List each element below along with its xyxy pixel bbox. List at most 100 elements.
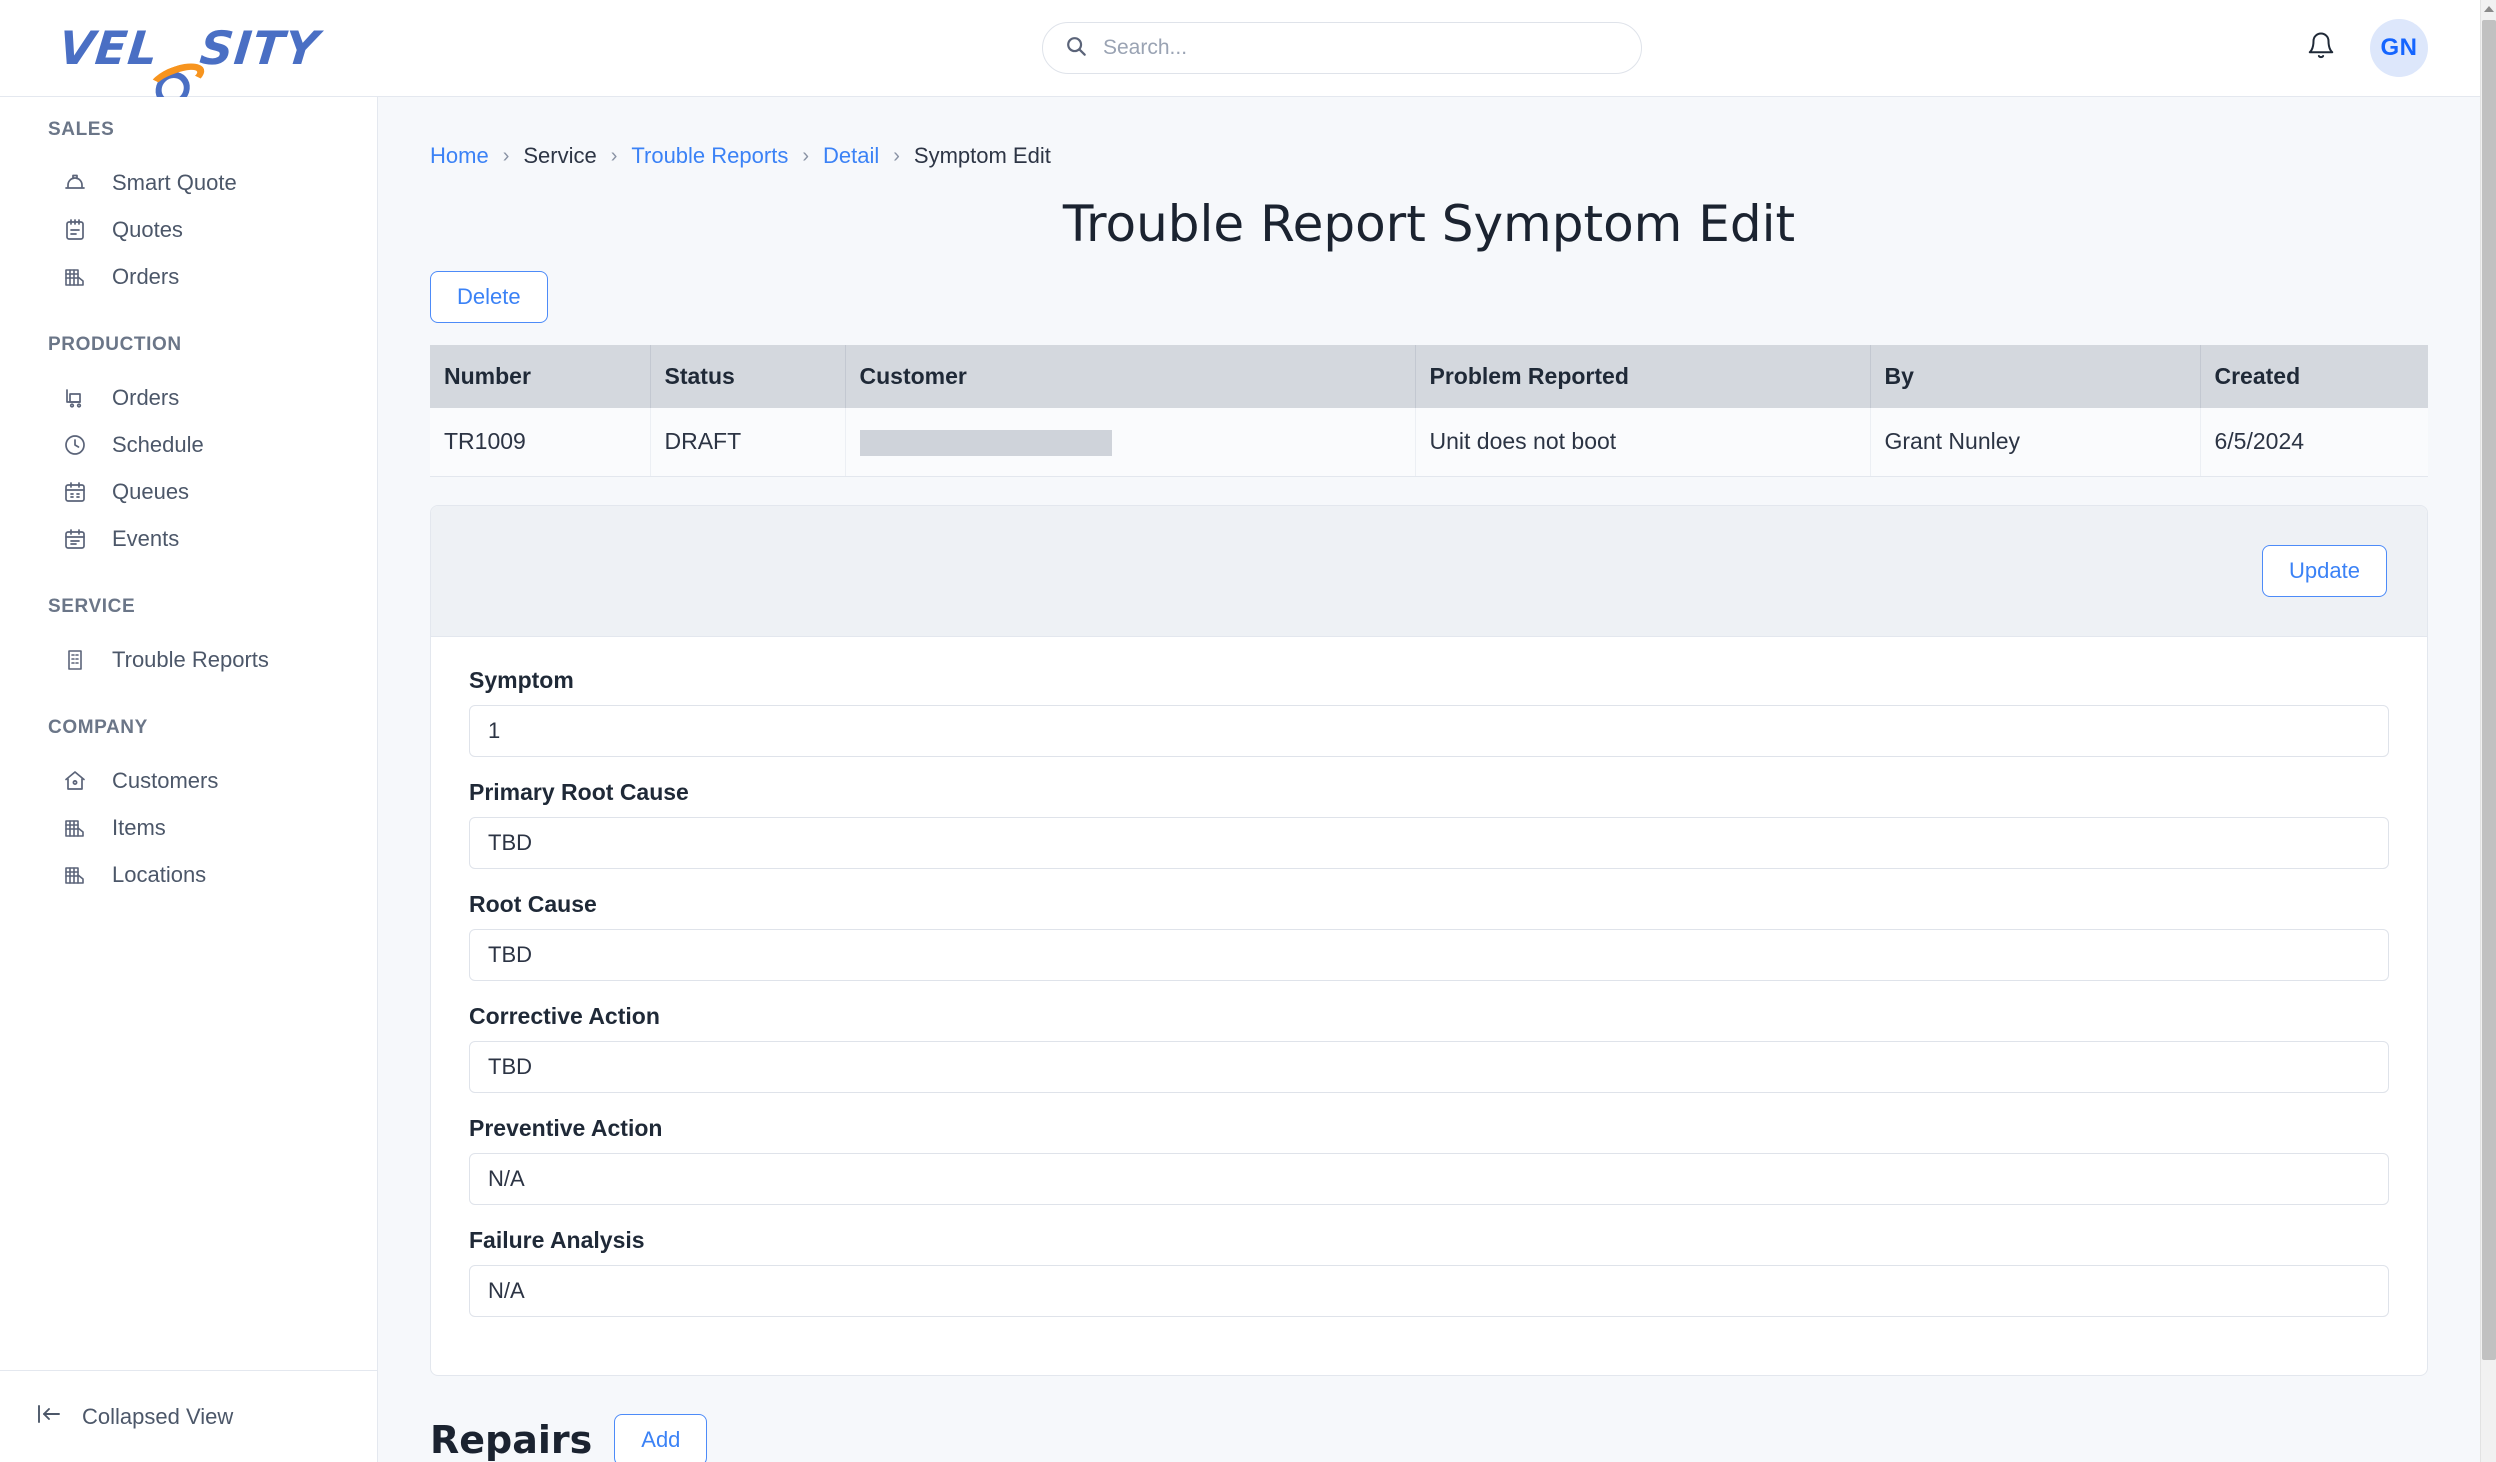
main-content: Home › Service › Trouble Reports › Detai… [378, 97, 2480, 1462]
breadcrumb-separator-icon: › [893, 144, 900, 167]
cell-status: DRAFT [650, 408, 846, 477]
sidebar-item-label: Schedule [112, 431, 204, 457]
sidebar-group-sales: SALES Smart Quote Quotes Orders [0, 119, 377, 300]
column-header-by: By [1870, 345, 2201, 408]
sidebar-group-production: PRODUCTION Orders Schedule Queues Events [0, 334, 377, 562]
sidebar-item-orders-sales[interactable]: Orders [0, 253, 377, 300]
scrollbar-thumb[interactable] [2482, 20, 2496, 1360]
cell-customer [845, 408, 1416, 477]
search-container [378, 22, 2306, 74]
field-label-failure-analysis: Failure Analysis [469, 1226, 645, 1253]
failure-analysis-input[interactable] [469, 1264, 2389, 1317]
search-input[interactable] [1101, 35, 1619, 61]
search-box[interactable] [1042, 22, 1642, 74]
delete-button[interactable]: Delete [430, 271, 548, 323]
preventive-action-input[interactable] [469, 1152, 2389, 1205]
sidebar-group-heading: SALES [48, 119, 115, 140]
sidebar-group-service: SERVICE Trouble Reports [0, 596, 377, 683]
sidebar-item-orders-production[interactable]: Orders [0, 374, 377, 421]
primary-root-cause-input[interactable] [469, 816, 2389, 869]
sidebar-group-heading: PRODUCTION [48, 334, 182, 355]
calendar-icon [62, 479, 88, 505]
sidebar-item-label: Orders [112, 263, 180, 289]
breadcrumb-separator-icon: › [610, 144, 618, 167]
brand-logo[interactable]: VEL SITY [0, 0, 378, 106]
page-scrollbar[interactable] [2480, 0, 2496, 1462]
repairs-section-header: Repairs Add [430, 1413, 2428, 1462]
breadcrumb-item-trouble-reports[interactable]: Trouble Reports [631, 143, 788, 169]
notifications-bell-icon[interactable] [2306, 31, 2336, 66]
breadcrumb-item-service: Service [523, 143, 597, 168]
field-label-symptom: Symptom [469, 666, 574, 693]
sidebar-group-heading: SERVICE [48, 596, 136, 617]
collapse-sidebar-label: Collapsed View [82, 1403, 234, 1429]
calendar-icon [62, 526, 88, 552]
field-primary-root-cause: Primary Root Cause [469, 779, 2389, 869]
field-preventive-action: Preventive Action [469, 1115, 2389, 1205]
collapse-sidebar-button[interactable]: Collapsed View [0, 1370, 377, 1462]
breadcrumb-item-detail[interactable]: Detail [823, 143, 879, 169]
record-summary-table: Number Status Customer Problem Reported … [430, 345, 2428, 477]
root-cause-input[interactable] [469, 928, 2389, 981]
sidebar-item-label: Quotes [112, 216, 183, 242]
column-header-number: Number [430, 345, 651, 408]
table-header-row: Number Status Customer Problem Reported … [430, 345, 2428, 408]
user-avatar[interactable]: GN [2370, 19, 2428, 77]
sidebar-item-label: Orders [112, 384, 180, 410]
update-button[interactable]: Update [2262, 544, 2387, 597]
top-header-bar: VELSITY GN [0, 0, 2480, 106]
redacted-customer-name [859, 429, 1112, 456]
sidebar-group-heading: COMPANY [48, 717, 148, 738]
page-actions: Delete [430, 271, 2428, 323]
corrective-action-input[interactable] [469, 1040, 2389, 1093]
sidebar-item-schedule[interactable]: Schedule [0, 421, 377, 468]
page-title: Trouble Report Symptom Edit [1062, 195, 1796, 253]
field-label-primary-root-cause: Primary Root Cause [469, 778, 689, 805]
sidebar-nav: SALES Smart Quote Quotes Orders PRODUCTI… [0, 97, 378, 1462]
sidebar-item-label: Locations [112, 861, 207, 887]
scroll-up-arrow-icon[interactable] [2481, 0, 2496, 17]
symptom-form: Symptom Primary Root Cause Root Cause Co… [431, 637, 2427, 1375]
sidebar-item-items[interactable]: Items [0, 804, 377, 851]
building-grid-icon [62, 815, 88, 841]
clock-icon [62, 432, 88, 458]
symptom-edit-card: Update Symptom Primary Root Cause Root C… [430, 504, 2428, 1376]
sidebar-item-label: Trouble Reports [112, 646, 269, 672]
clipboard-icon [62, 217, 88, 243]
field-root-cause: Root Cause [469, 891, 2389, 981]
cell-problem-reported: Unit does not boot [1415, 408, 1871, 477]
collapse-left-icon [36, 1403, 62, 1431]
column-header-status: Status [650, 345, 846, 408]
field-symptom: Symptom [469, 667, 2389, 757]
sidebar-item-label: Items [112, 814, 166, 840]
repairs-title: Repairs [430, 1417, 593, 1462]
table-row[interactable]: TR1009 DRAFT Unit does not boot Grant Nu… [430, 408, 2428, 477]
field-label-corrective-action: Corrective Action [469, 1002, 660, 1029]
sidebar-item-label: Events [112, 525, 180, 551]
breadcrumb-separator-icon: › [802, 144, 809, 167]
home-icon [62, 768, 88, 794]
breadcrumb: Home › Service › Trouble Reports › Detai… [430, 97, 2428, 169]
column-header-problem-reported: Problem Reported [1415, 345, 1871, 408]
sidebar-item-locations[interactable]: Locations [0, 851, 377, 898]
cell-number: TR1009 [430, 408, 651, 477]
hard-hat-icon [62, 170, 88, 196]
sidebar-item-queues[interactable]: Queues [0, 468, 377, 515]
search-icon [1065, 35, 1087, 62]
sidebar-item-trouble-reports[interactable]: Trouble Reports [0, 636, 377, 683]
sidebar-item-smart-quote[interactable]: Smart Quote [0, 159, 377, 206]
field-label-preventive-action: Preventive Action [469, 1114, 663, 1141]
cart-icon [62, 385, 88, 411]
sidebar-item-label: Queues [112, 478, 190, 504]
sidebar-item-customers[interactable]: Customers [0, 757, 377, 804]
sidebar-item-events[interactable]: Events [0, 515, 377, 562]
field-label-root-cause: Root Cause [469, 890, 597, 917]
symptom-input[interactable] [469, 704, 2389, 757]
breadcrumb-item-home[interactable]: Home [430, 143, 489, 169]
field-corrective-action: Corrective Action [469, 1003, 2389, 1093]
sidebar-item-quotes[interactable]: Quotes [0, 206, 377, 253]
column-header-created: Created [2200, 345, 2428, 408]
breadcrumb-item-symptom-edit: Symptom Edit [913, 143, 1051, 168]
add-repair-button[interactable]: Add [614, 1413, 708, 1462]
building-grid-icon [62, 264, 88, 290]
